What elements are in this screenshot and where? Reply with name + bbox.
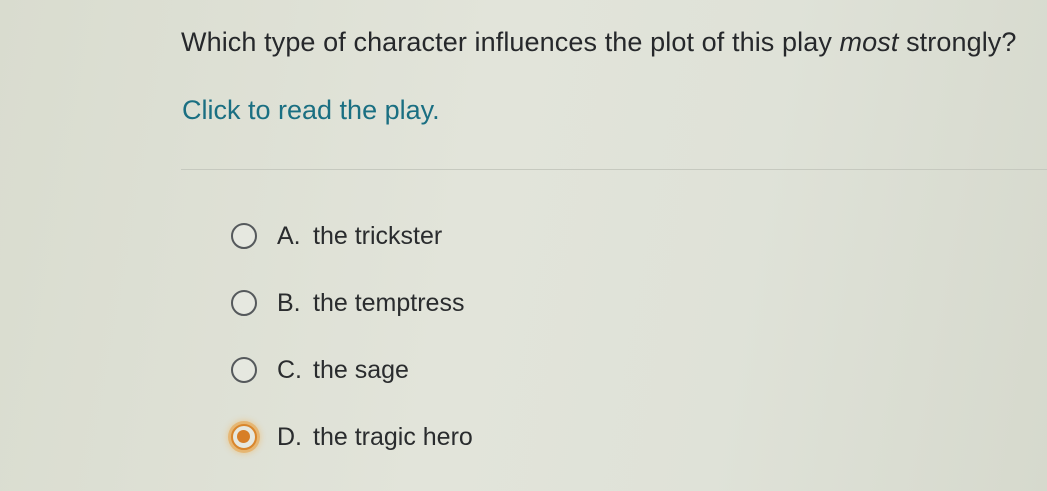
option-d[interactable]: D. the tragic hero <box>225 417 473 457</box>
selected-dot-icon <box>237 430 250 443</box>
divider <box>181 169 1047 170</box>
radio-button-b[interactable] <box>231 290 257 316</box>
option-b-letter: B. <box>277 288 301 317</box>
quiz-screen: Which type of character influences the p… <box>0 0 1047 491</box>
answer-options: A. the trickster B. the temptress C. the… <box>225 216 473 484</box>
question-text: Which type of character influences the p… <box>181 27 1017 58</box>
option-c-letter: C. <box>277 355 302 384</box>
read-play-link[interactable]: Click to read the play. <box>182 95 440 126</box>
question-part-1: Which type of character influences the p… <box>181 27 840 57</box>
option-b-text: the temptress <box>313 288 465 317</box>
radio-button-a[interactable] <box>231 223 257 249</box>
option-a-text: the trickster <box>313 221 443 250</box>
question-part-2: strongly? <box>898 27 1017 57</box>
option-a[interactable]: A. the trickster <box>225 216 473 256</box>
option-b[interactable]: B. the temptress <box>225 283 473 323</box>
option-a-letter: A. <box>277 221 301 250</box>
option-d-letter: D. <box>277 422 302 451</box>
radio-button-d-selected[interactable] <box>231 424 257 450</box>
question-emphasis: most <box>839 27 899 57</box>
option-d-text: the tragic hero <box>313 422 473 451</box>
radio-button-c[interactable] <box>231 357 257 383</box>
option-c[interactable]: C. the sage <box>225 350 473 390</box>
option-c-text: the sage <box>313 355 409 384</box>
